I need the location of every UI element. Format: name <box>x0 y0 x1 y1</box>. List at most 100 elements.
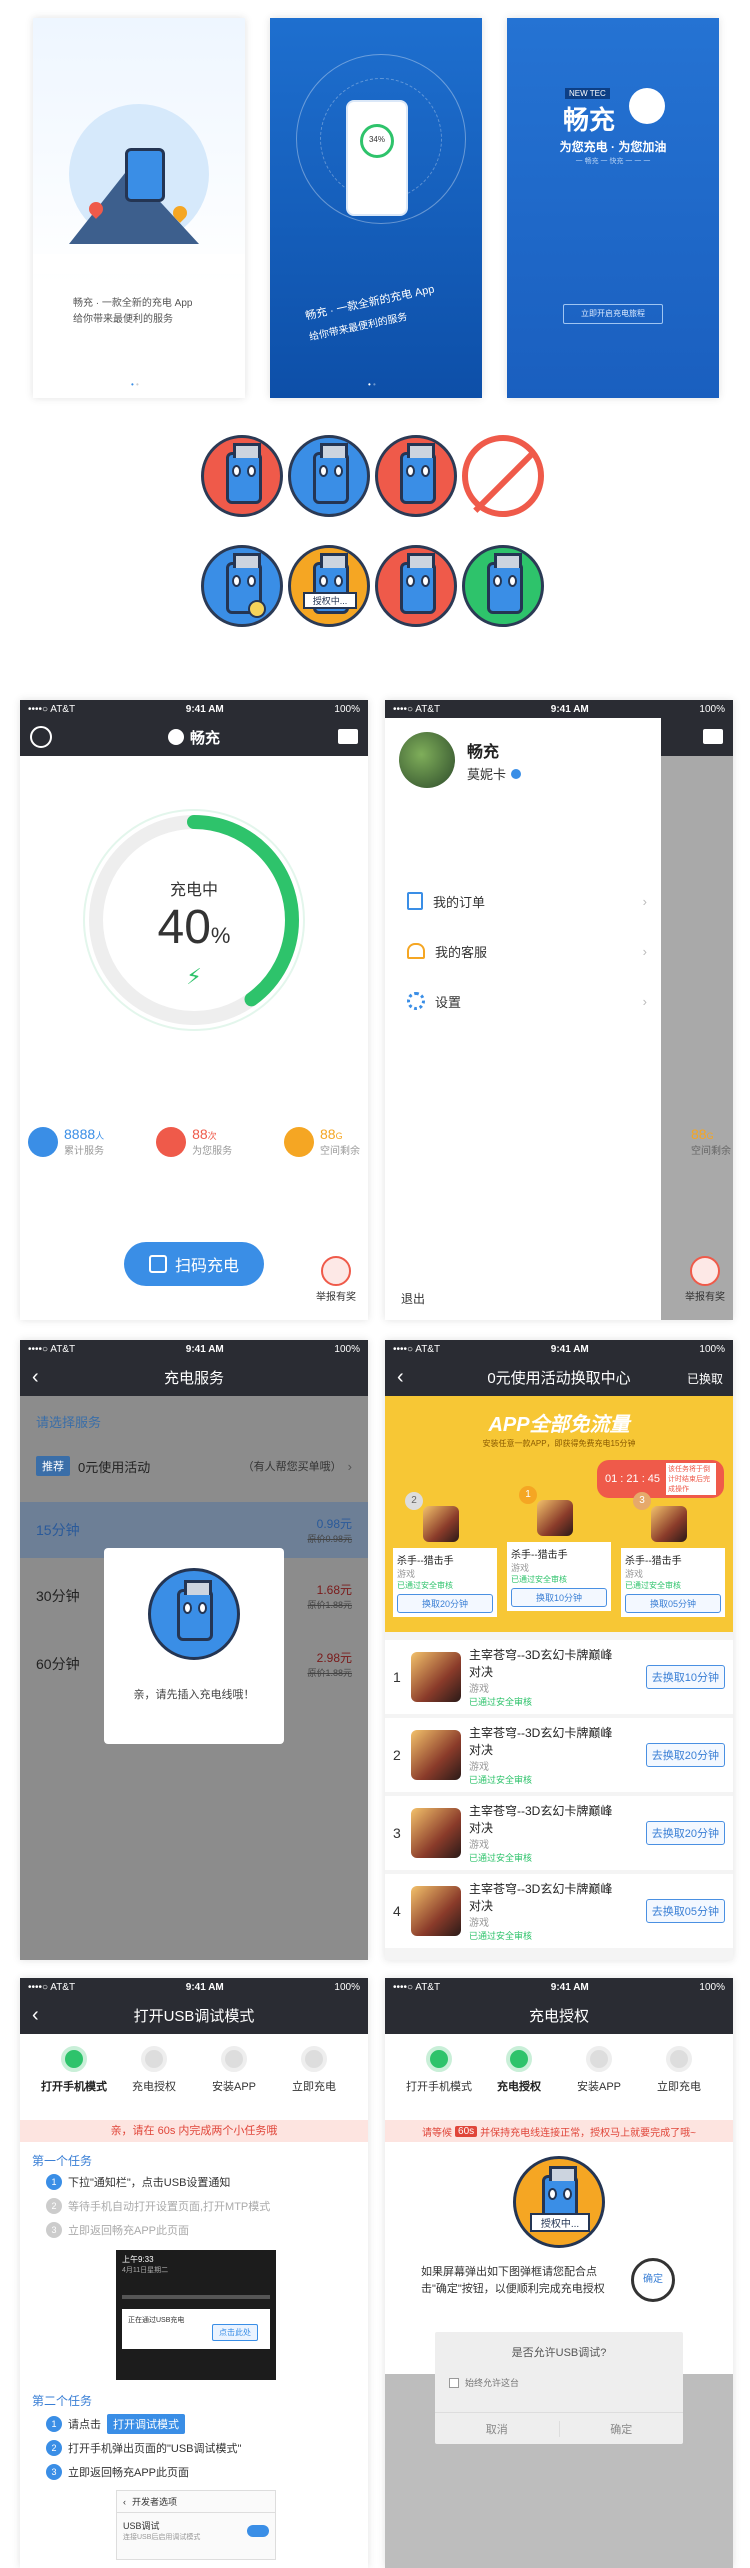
charge-auth-screen: ••••○ AT&T 9:41 AM 100% 充电授权 打开手机模式 充电授权 安… <box>385 1978 733 2568</box>
chevron-right-icon: › <box>642 943 647 959</box>
status-bar: ••••○ AT&T 9:41 AM 100% <box>393 1981 725 1993</box>
menu-item-support[interactable]: 我的客服 › <box>407 936 647 966</box>
back-icon: ‹ <box>123 2496 126 2507</box>
step-dot <box>506 2046 532 2072</box>
nav-bar: 充电授权 <box>385 1996 733 2034</box>
usb-debug-dialog: 是否允许USB调试? 始终允许这台 取消 确定 <box>435 2332 683 2444</box>
status-bar: ••••○ AT&T 9:41 AM 100% <box>28 1981 360 1993</box>
mascot-green <box>462 545 544 627</box>
exchange-button[interactable]: 去换取10分钟 <box>645 1665 725 1689</box>
charge-percent-unit: % <box>210 923 231 948</box>
message-icon[interactable] <box>703 729 723 744</box>
splash-line2: 给你带来最便利的服务 <box>73 314 173 325</box>
section-title: 请选择服务 <box>36 1415 102 1430</box>
cancel-button[interactable]: 取消 <box>435 2421 559 2437</box>
menu-item-orders[interactable]: 我的订单 › <box>407 886 647 916</box>
auth-description: 如果屏幕弹出如下图弹框请您配合点击"确定"按钮，以便顺利完成充电授权 <box>421 2266 605 2295</box>
exchange-button[interactable]: 去换取05分钟 <box>645 1899 725 1923</box>
step-dot <box>141 2046 167 2072</box>
avatar-icon[interactable] <box>30 726 52 748</box>
order-icon <box>407 892 423 910</box>
dialog-title: 是否允许USB调试? <box>511 2347 607 2359</box>
game-icon <box>537 1500 573 1536</box>
back-icon[interactable]: ‹ <box>32 1366 39 1389</box>
nav-bar: 畅充 <box>20 718 368 756</box>
confirm-button[interactable]: 确定 <box>558 2420 684 2437</box>
menu-item-settings[interactable]: 设置 › <box>407 986 647 1016</box>
task2-step: 3 立即返回畅充APP此页面 <box>46 2464 189 2480</box>
user-avatar[interactable] <box>399 732 455 788</box>
exchange-button[interactable]: 去换取20分钟 <box>645 1821 725 1845</box>
banner-sub: 安装任意一款APP，即获得免费充电15分钟 <box>482 1439 636 1448</box>
charging-label: 充电中 <box>169 882 218 899</box>
back-icon[interactable]: ‹ <box>397 1366 404 1389</box>
step-dot <box>221 2046 247 2072</box>
charge-percent: 40 <box>157 901 211 954</box>
status-bar: ••••○ AT&T 9:41 AM 100% <box>393 1343 725 1355</box>
step-indicator: 打开手机模式 充电授权 安装APP 立即充电 <box>34 2046 354 2094</box>
page-indicator: • • <box>131 380 139 389</box>
report-button[interactable]: 举报有奖 <box>316 1256 356 1303</box>
exchanged-link[interactable]: 已换取 <box>687 1370 723 1387</box>
username: 莫妮卡 <box>467 767 507 782</box>
scan-icon <box>148 1255 167 1273</box>
splash-screen-2: 34% 畅充 · 一款全新的充电 App 给你带来最便利的服务 • • <box>270 18 482 398</box>
chevron-right-icon: › <box>642 993 647 1009</box>
page-indicator: • • <box>368 380 376 389</box>
step-3: 安装APP <box>194 2046 274 2094</box>
start-button[interactable]: 立即开启充电旅程 <box>563 304 663 324</box>
list-item[interactable]: 1 主宰苍穹--3D玄幻卡牌巅峰对决 游戏 已通过安全审核 去换取10分钟 <box>385 1640 733 1714</box>
splash-screen-1: 畅充 · 一款全新的充电 App 给你带来最便利的服务 • • <box>33 18 245 398</box>
drawer-screen: ••••○ AT&T 9:41 AM 100% 88G 空间剩余 举报有奖 畅充 莫… <box>385 700 733 1320</box>
checkbox[interactable] <box>449 2377 459 2388</box>
toggle-switch[interactable] <box>247 2524 269 2537</box>
top-game-card: 2 杀手--猎击手 游戏 已通过安全审核 换取20分钟 <box>393 1492 497 1617</box>
task1-step: 1 下拉"通知栏"，点击USB设置通知 <box>46 2174 230 2190</box>
stat-item: 8888人 累计服务 <box>28 1126 104 1157</box>
banner-title: APP全部免流量 <box>488 1414 630 1436</box>
exchange-button[interactable]: 换取20分钟 <box>397 1594 493 1613</box>
authorizing-mascot: 授权中... <box>513 2156 605 2248</box>
verified-icon <box>511 768 522 779</box>
list-item[interactable]: 2 主宰苍穹--3D玄幻卡牌巅峰对决 游戏 已通过安全审核 去换取20分钟 <box>385 1718 733 1792</box>
phone-percent: 34% <box>368 135 385 144</box>
modal-text: 亲，请先插入充电线哦！ <box>133 1689 255 1701</box>
scan-charge-button[interactable]: 扫码充电 <box>124 1242 264 1286</box>
click-here-tip[interactable]: 点击此处 <box>212 2324 258 2341</box>
page-title: 畅充 <box>189 729 220 747</box>
game-icon <box>423 1506 459 1542</box>
game-icon <box>411 1808 461 1858</box>
usb-debug-screen: ••••○ AT&T 9:41 AM 100% ‹ 打开USB调试模式 打开手机模式… <box>20 1978 368 2568</box>
alert-banner: 请等候 60s 并保持充电线连接正常，授权马上就要完成了哦~ <box>385 2120 733 2142</box>
game-icon <box>651 1506 687 1542</box>
page-title: 打开USB调试模式 <box>133 2007 255 2025</box>
service-icon <box>156 1126 187 1157</box>
top-game-card: 3 杀手--猎击手 游戏 已通过安全审核 换取05分钟 <box>621 1492 725 1617</box>
game-icon <box>411 1730 461 1780</box>
sign-text: 授权中... <box>303 592 357 609</box>
free-activity-row[interactable]: 推荐 0元使用活动 （有人帮您买单哦） › <box>20 1444 368 1488</box>
exchange-button[interactable]: 换取10分钟 <box>511 1588 607 1607</box>
chevron-right-icon: › <box>642 893 647 909</box>
exchange-button[interactable]: 去换取20分钟 <box>645 1743 725 1767</box>
notification-screenshot: 上午9:33 4月11日星期二 正在通过USB充电 点击此处 <box>116 2250 276 2380</box>
message-icon[interactable] <box>338 729 358 744</box>
lightning-icon <box>666 2046 692 2072</box>
splash-line1: 畅充 · 一款全新的充电 App <box>73 298 193 309</box>
activity-screen: ••••○ AT&T 9:41 AM 100% ‹ 0元使用活动换取中心 已换取 A… <box>385 1340 733 1960</box>
step-4: 立即充电 <box>274 2046 354 2094</box>
back-icon[interactable]: ‹ <box>32 2004 39 2027</box>
exchange-button[interactable]: 换取05分钟 <box>625 1594 721 1613</box>
logout-button[interactable]: 退出 <box>401 1290 425 1307</box>
status-bar: ••••○ AT&T 9:41 AM 100% <box>28 703 360 715</box>
alarm-icon <box>690 1256 720 1286</box>
step-2: 充电授权 <box>114 2046 194 2094</box>
list-item[interactable]: 3 主宰苍穹--3D玄幻卡牌巅峰对决 游戏 已通过安全审核 去换取20分钟 <box>385 1796 733 1870</box>
list-item[interactable]: 4 主宰苍穹--3D玄幻卡牌巅峰对决 游戏 已通过安全审核 去换取05分钟 <box>385 1874 733 1948</box>
nav-bar: ‹ 0元使用活动换取中心 已换取 <box>385 1358 733 1396</box>
report-button[interactable]: 举报有奖 <box>685 1256 725 1303</box>
step-1: 打开手机模式 <box>34 2046 114 2094</box>
chevron-right-icon: › <box>347 1458 352 1474</box>
open-debug-button[interactable]: 打开调试模式 <box>107 2414 185 2434</box>
task1-title: 第一个任务 <box>32 2154 93 2168</box>
